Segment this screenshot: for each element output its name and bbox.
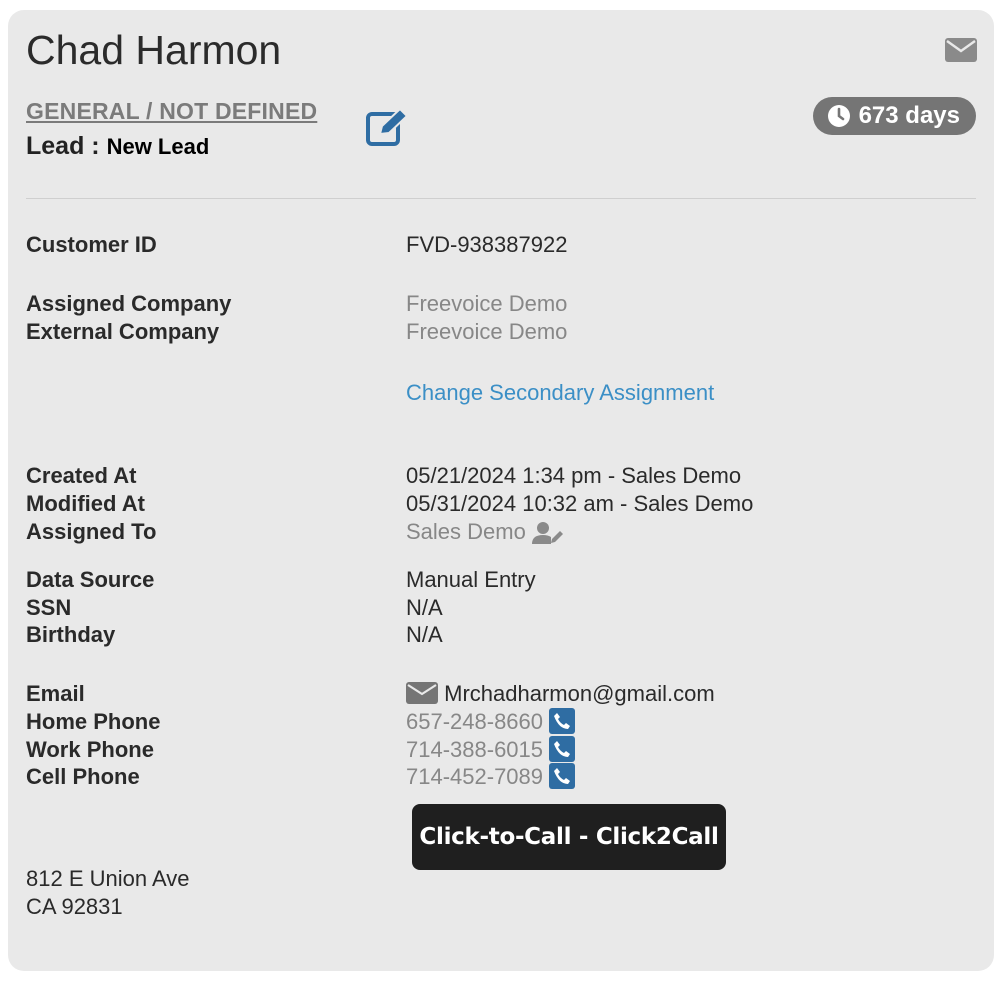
data-source-label: Data Source [26,567,155,592]
age-days: 673 days [858,102,960,129]
clock-icon [827,105,850,127]
assigned-company-value: Freevoice Demo [406,291,568,316]
age-badge: 673 days [812,97,976,135]
user-edit-icon[interactable] [531,521,564,545]
phone-icon [554,768,571,785]
data-source-value: Manual Entry [406,567,536,592]
home-phone-label: Home Phone [26,709,161,734]
customer-id-value: FVD-938387922 [406,232,568,257]
contact-name: Chad Harmon [26,27,282,73]
lead-status: Lead : New Lead [26,132,209,161]
home-phone-call-button[interactable] [549,708,576,735]
phone-icon [554,741,571,758]
cell-phone-value: 714-452-7089 [406,764,544,789]
birthday-label: Birthday [26,622,116,647]
change-secondary-assignment-link[interactable]: Change Secondary Assignment [406,380,714,406]
work-phone-value: 714-388-6015 [406,737,544,762]
assigned-to-value: Sales Demo [406,519,526,544]
assigned-company-label: Assigned Company [26,291,232,316]
email-row: Mrchadharmon@gmail.com [406,681,715,707]
customer-id-label: Customer ID [26,232,157,257]
contact-card: Chad Harmon GENERAL / NOT DEFINED Lead :… [8,10,994,971]
email-value[interactable]: Mrchadharmon@gmail.com [444,681,715,706]
envelope-icon[interactable] [945,38,977,62]
work-phone-call-button[interactable] [549,736,576,763]
email-label: Email [26,681,85,706]
ssn-value: N/A [406,595,443,620]
home-phone-value: 657-248-8660 [406,709,544,734]
cell-phone-label: Cell Phone [26,764,140,789]
cell-phone-call-button[interactable] [549,763,576,790]
phone-icon [554,713,571,730]
external-company-label: External Company [26,319,220,344]
address-line1: 812 E Union Ave [26,866,190,891]
work-phone-row: 714-388-6015 [406,736,576,764]
edit-icon[interactable] [366,106,410,146]
status-label: Lead : [26,132,107,160]
category-link[interactable]: GENERAL / NOT DEFINED [26,98,317,125]
modified-at-value: 05/31/2024 10:32 am - Sales Demo [406,491,754,516]
work-phone-label: Work Phone [26,737,154,762]
address-line2: CA 92831 [26,894,123,919]
envelope-icon [406,682,438,705]
external-company-value: Freevoice Demo [406,319,568,344]
created-at-value: 05/21/2024 1:34 pm - Sales Demo [406,463,742,488]
cell-phone-row: 714-452-7089 [406,763,576,791]
ssn-label: SSN [26,595,72,620]
home-phone-row: 657-248-8660 [406,708,576,736]
birthday-value: N/A [406,622,443,647]
click-to-call-tooltip: Click-to-Call - Click2Call [412,804,726,870]
created-at-label: Created At [26,463,137,488]
assigned-to-label: Assigned To [26,519,157,544]
divider [26,198,976,199]
status-value: New Lead [106,134,210,159]
modified-at-label: Modified At [26,491,145,516]
assigned-to-row: Sales Demo [406,519,564,545]
